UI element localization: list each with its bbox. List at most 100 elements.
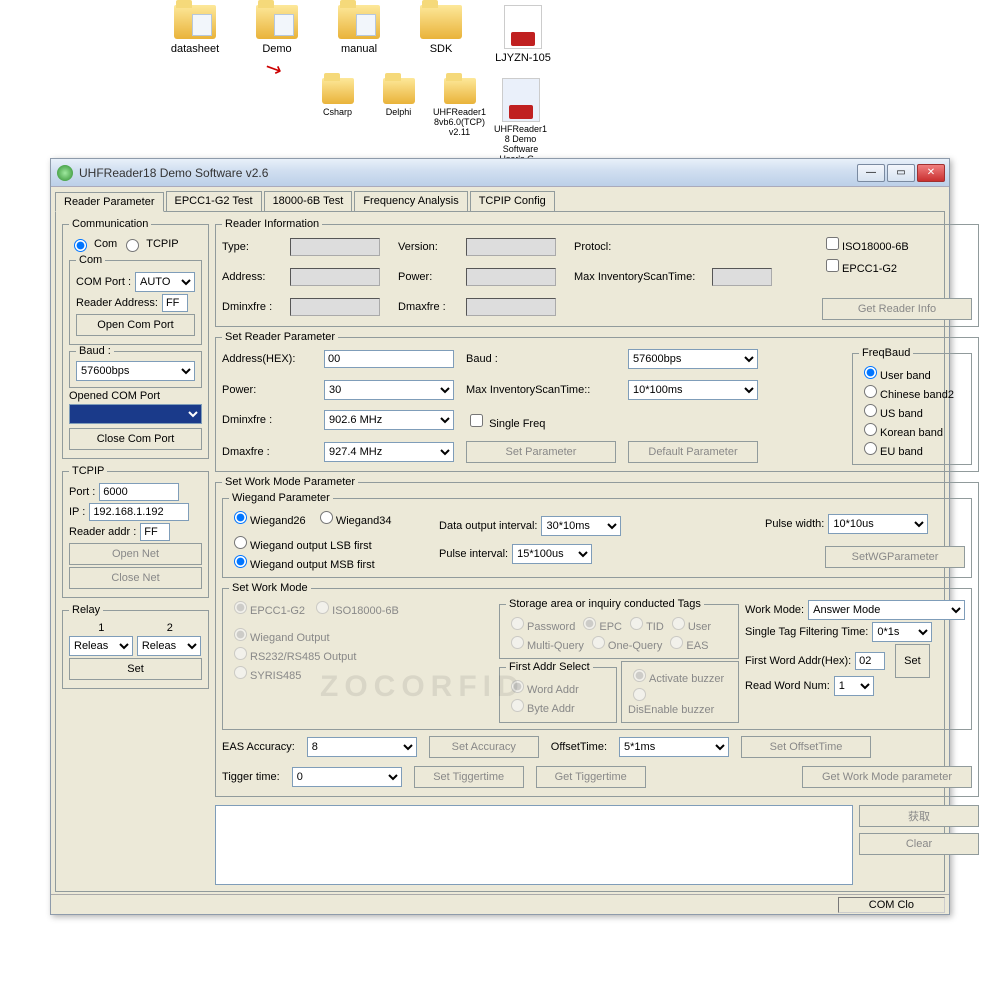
- set-tiggertime-button[interactable]: Set Tiggertime: [414, 766, 524, 788]
- tab-reader-parameter[interactable]: Reader Parameter: [55, 192, 164, 212]
- open-com-port-button[interactable]: Open Com Port: [76, 314, 195, 336]
- select-relay1[interactable]: Releas: [69, 636, 133, 656]
- group-buzzer: Activate buzzer DisEnable buzzer: [621, 661, 739, 723]
- tab-epcc1g2[interactable]: EPCC1-G2 Test: [166, 191, 262, 211]
- folder-datasheet[interactable]: datasheet: [160, 5, 230, 64]
- input-ip[interactable]: [89, 503, 189, 521]
- select-baud2[interactable]: 57600bps: [628, 349, 758, 369]
- get-tiggertime-button[interactable]: Get Tiggertime: [536, 766, 646, 788]
- select-opened-com[interactable]: [69, 404, 202, 424]
- default-parameter-button[interactable]: Default Parameter: [628, 441, 758, 463]
- radio-usband[interactable]: [864, 404, 877, 417]
- work-mode-legend: Set Work Mode Parameter: [222, 476, 358, 488]
- folder-vb6[interactable]: UHFReader18vb6.0(TCP)v2.11: [432, 78, 487, 165]
- clear-button[interactable]: Clear: [859, 833, 979, 855]
- radio-tcpip[interactable]: [126, 239, 139, 252]
- label-userband: User band: [880, 370, 931, 382]
- radio-activate-buzzer: [633, 669, 646, 682]
- set-reader-param-legend: Set Reader Parameter: [222, 331, 338, 343]
- radio-wiegand26[interactable]: [234, 511, 247, 524]
- radio-euband[interactable]: [864, 442, 877, 455]
- titlebar[interactable]: UHFReader18 Demo Software v2.6 — ▭ ✕: [51, 159, 949, 187]
- group-work-mode-param: Set Work Mode Parameter Wiegand Paramete…: [215, 476, 979, 797]
- close-com-port-button[interactable]: Close Com Port: [69, 428, 202, 450]
- select-tigger-time[interactable]: 0: [292, 767, 402, 787]
- folder-demo[interactable]: Demo: [242, 5, 312, 64]
- get-reader-info-button[interactable]: Get Reader Info: [822, 298, 972, 320]
- label-power2: Power:: [222, 384, 312, 396]
- check-iso18000[interactable]: [826, 237, 839, 250]
- val-dmin: [290, 298, 380, 316]
- val-address: [290, 268, 380, 286]
- group-com: Com COM Port : AUTO Reader Address: Open…: [69, 254, 202, 345]
- folder-manual[interactable]: manual: [324, 5, 394, 64]
- select-data-output[interactable]: 30*10ms: [541, 516, 621, 536]
- radio-wiegand34[interactable]: [320, 511, 333, 524]
- folder-csharp[interactable]: Csharp: [310, 78, 365, 165]
- select-stf[interactable]: 0*1s: [872, 622, 932, 642]
- file-userguide[interactable]: UHFReader18 Demo Software User's G...: [493, 78, 548, 165]
- log-textarea[interactable]: [215, 805, 853, 885]
- input-raddr[interactable]: [140, 523, 170, 541]
- select-dmax[interactable]: 927.4 MHz: [324, 442, 454, 462]
- app-window: UHFReader18 Demo Software v2.6 — ▭ ✕ Rea…: [50, 158, 950, 915]
- val-power: [466, 268, 556, 286]
- label-data-output: Data output interval:: [439, 520, 537, 532]
- group-communication: Communication Com TCPIP Com COM Port : A…: [62, 218, 209, 459]
- get-work-mode-parameter-button[interactable]: Get Work Mode parameter: [802, 766, 972, 788]
- input-reader-addr[interactable]: [162, 294, 188, 312]
- set-wg-parameter-button[interactable]: SetWGParameter: [825, 546, 965, 568]
- select-pulse-interval[interactable]: 15*100us: [512, 544, 592, 564]
- folder-sdk[interactable]: SDK: [406, 5, 476, 64]
- label-work-mode: Work Mode:: [745, 604, 804, 616]
- radio-password: [511, 617, 524, 630]
- radio-chineseband[interactable]: [864, 385, 877, 398]
- select-pulse-width[interactable]: 10*10us: [828, 514, 928, 534]
- label-ip: IP :: [69, 506, 85, 518]
- check-single-freq[interactable]: [470, 414, 483, 427]
- check-epcc1g2[interactable]: [826, 259, 839, 272]
- set-offset-time-button[interactable]: Set OffsetTime: [741, 736, 871, 758]
- select-offset-time[interactable]: 5*1ms: [619, 737, 729, 757]
- open-net-button[interactable]: Open Net: [69, 543, 202, 565]
- close-button[interactable]: ✕: [917, 164, 945, 182]
- maximize-button[interactable]: ▭: [887, 164, 915, 182]
- select-power[interactable]: 30: [324, 380, 454, 400]
- select-com-port[interactable]: AUTO: [135, 272, 195, 292]
- file-ljyzn105[interactable]: LJYZN-105: [488, 5, 558, 64]
- input-fwa[interactable]: [855, 652, 885, 670]
- select-baud[interactable]: 57600bps: [76, 361, 195, 381]
- select-maxscan[interactable]: 10*100ms: [628, 380, 758, 400]
- radio-userband[interactable]: [864, 366, 877, 379]
- radio-onequery: [592, 636, 605, 649]
- select-rwn[interactable]: 1: [834, 676, 874, 696]
- get-button-cn[interactable]: 获取: [859, 805, 979, 827]
- close-net-button[interactable]: Close Net: [69, 567, 202, 589]
- window-title: UHFReader18 Demo Software v2.6: [79, 166, 857, 180]
- label-dminxfre: Dminxfre :: [222, 414, 312, 426]
- folder-delphi[interactable]: Delphi: [371, 78, 426, 165]
- radio-lsb[interactable]: [234, 536, 247, 549]
- select-dmin[interactable]: 902.6 MHz: [324, 410, 454, 430]
- set-work-mode-button[interactable]: Set: [895, 644, 930, 678]
- relay-set-button[interactable]: Set: [69, 658, 202, 680]
- radio-com[interactable]: [74, 239, 87, 252]
- select-relay2[interactable]: Releas: [137, 636, 201, 656]
- set-accuracy-button[interactable]: Set Accuracy: [429, 736, 539, 758]
- tab-freq-analysis[interactable]: Frequency Analysis: [354, 191, 467, 211]
- input-addr-hex[interactable]: [324, 350, 454, 368]
- input-port[interactable]: [99, 483, 179, 501]
- select-work-mode[interactable]: Answer Mode: [808, 600, 965, 620]
- label-single-freq: Single Freq: [489, 418, 545, 430]
- tab-tcpip-config[interactable]: TCPIP Config: [470, 191, 555, 211]
- set-parameter-button[interactable]: Set Parameter: [466, 441, 616, 463]
- tab-180006b[interactable]: 18000-6B Test: [264, 191, 353, 211]
- radio-koreanband[interactable]: [864, 423, 877, 436]
- radio-msb[interactable]: [234, 555, 247, 568]
- group-tcpip: TCPIP Port : IP : Reader addr : Open Net…: [62, 465, 209, 598]
- label-koreanband: Korean band: [880, 427, 943, 439]
- minimize-button[interactable]: —: [857, 164, 885, 182]
- label-epc2: EPC: [599, 621, 622, 633]
- group-freqbaud: FreqBaud User band Chinese band2 US band…: [852, 347, 972, 465]
- select-eas-accuracy[interactable]: 8: [307, 737, 417, 757]
